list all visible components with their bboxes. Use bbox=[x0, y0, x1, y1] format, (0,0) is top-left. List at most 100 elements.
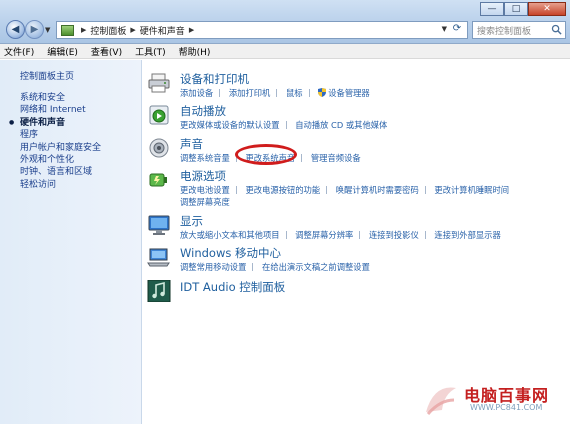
chevron-right-icon[interactable]: ▶ bbox=[81, 26, 86, 34]
battery-settings-link[interactable]: 更改电池设置 bbox=[180, 185, 230, 195]
menu-edit[interactable]: 编辑(E) bbox=[47, 45, 78, 58]
category-links: 放大或缩小文本和其他项目 调整屏幕分辨率 连接到投影仪 连接到外部显示器 bbox=[180, 229, 570, 241]
control-panel-icon bbox=[61, 24, 74, 36]
title-bar: — □ ✕ ◀ ▶ ▼ ▶ 控制面板 ▶ 硬件和声音 ▶ ▼ ⟳ 搜索控制面板 bbox=[0, 0, 570, 44]
breadcrumb-hardware-sound[interactable]: 硬件和声音 bbox=[140, 24, 185, 37]
menu-file[interactable]: 文件(F) bbox=[4, 45, 34, 58]
chevron-right-icon[interactable]: ▶ bbox=[189, 26, 194, 34]
power-button-function-link[interactable]: 更改电源按钮的功能 bbox=[245, 185, 320, 195]
link-row: 更改电池设置 更改电源按钮的功能 唤醒计算机时需要密码 更改计算机睡眠时间 bbox=[180, 184, 570, 196]
category-links: 调整常用移动设置 在给出演示文稿之前调整设置 bbox=[180, 261, 570, 273]
category-title[interactable]: Windows 移动中心 bbox=[180, 245, 281, 261]
highlight-annotation bbox=[235, 144, 297, 165]
link-row: 调整屏幕亮度 bbox=[180, 196, 570, 208]
sidebar-item-network-internet[interactable]: 网络和 Internet bbox=[20, 104, 101, 116]
breadcrumb-control-panel[interactable]: 控制面板 bbox=[90, 24, 126, 37]
presentation-settings-link[interactable]: 在给出演示文稿之前调整设置 bbox=[262, 262, 370, 272]
manage-audio-devices-link[interactable]: 管理音频设备 bbox=[311, 153, 361, 163]
sidebar-item-user-accounts[interactable]: 用户帐户和家庭安全 bbox=[20, 142, 101, 154]
link-row: 更改媒体或设备的默认设置 自动播放 CD 或其他媒体 bbox=[180, 119, 570, 131]
divider bbox=[424, 231, 426, 239]
menu-help[interactable]: 帮助(H) bbox=[179, 45, 211, 58]
search-input[interactable]: 搜索控制面板 bbox=[472, 21, 566, 39]
close-button[interactable]: ✕ bbox=[528, 2, 566, 16]
category-title[interactable]: IDT Audio 控制面板 bbox=[180, 279, 285, 295]
arrow-left-icon: ◀ bbox=[11, 24, 20, 35]
category-title[interactable]: 电源选项 bbox=[180, 168, 226, 184]
divider bbox=[219, 89, 221, 97]
mobility-center-icon bbox=[147, 248, 170, 267]
sidebar-item-ease-of-access[interactable]: 轻松访问 bbox=[20, 179, 101, 191]
category-title[interactable]: 声音 bbox=[180, 136, 203, 152]
mobility-settings-link[interactable]: 调整常用移动设置 bbox=[180, 262, 246, 272]
category-links: 添加设备 添加打印机 鼠标 设备管理器 bbox=[180, 87, 570, 99]
minimize-button[interactable]: — bbox=[480, 2, 504, 16]
sidebar-item-system-security[interactable]: 系统和安全 bbox=[20, 92, 101, 104]
navigation-row: ◀ ▶ ▼ ▶ 控制面板 ▶ 硬件和声音 ▶ ▼ ⟳ 搜索控制面板 bbox=[0, 18, 570, 42]
category-links: 更改媒体或设备的默认设置 自动播放 CD 或其他媒体 bbox=[180, 119, 570, 131]
divider bbox=[308, 89, 310, 97]
require-password-wake-link[interactable]: 唤醒计算机时需要密码 bbox=[336, 185, 419, 195]
watermark-logo-icon bbox=[426, 387, 456, 415]
category-title[interactable]: 显示 bbox=[180, 213, 203, 229]
idt-audio-icon bbox=[147, 280, 171, 302]
adjust-brightness-link[interactable]: 调整屏幕亮度 bbox=[180, 197, 230, 207]
adjust-volume-link[interactable]: 调整系统音量 bbox=[180, 153, 230, 163]
divider bbox=[235, 186, 237, 194]
chevron-right-icon[interactable]: ▶ bbox=[130, 26, 135, 34]
address-dropdown-icon[interactable]: ▼ bbox=[442, 25, 447, 33]
connect-external-display-link[interactable]: 连接到外部显示器 bbox=[434, 230, 500, 240]
category-links: 更改电池设置 更改电源按钮的功能 唤醒计算机时需要密码 更改计算机睡眠时间 调整… bbox=[180, 184, 570, 208]
category-title[interactable]: 自动播放 bbox=[180, 103, 226, 119]
display-icon bbox=[148, 215, 170, 235]
add-printer-link[interactable]: 添加打印机 bbox=[229, 88, 271, 98]
change-sleep-time-link[interactable]: 更改计算机睡眠时间 bbox=[434, 185, 509, 195]
category-title[interactable]: 设备和打印机 bbox=[180, 71, 249, 87]
change-media-defaults-link[interactable]: 更改媒体或设备的默认设置 bbox=[180, 120, 280, 130]
divider bbox=[285, 121, 287, 129]
sidebar: 控制面板主页 系统和安全 网络和 Internet 硬件和声音 程序 用户帐户和… bbox=[0, 60, 142, 424]
autoplay-icon bbox=[149, 105, 169, 125]
back-button[interactable]: ◀ bbox=[6, 20, 25, 39]
autoplay-cd-link[interactable]: 自动播放 CD 或其他媒体 bbox=[295, 120, 387, 130]
watermark: 电脑百事网 WWW.PC841.COM bbox=[414, 378, 566, 420]
screen-resolution-link[interactable]: 调整屏幕分辨率 bbox=[295, 230, 353, 240]
sidebar-list: 系统和安全 网络和 Internet 硬件和声音 程序 用户帐户和家庭安全 外观… bbox=[9, 92, 101, 191]
arrow-right-icon: ▶ bbox=[30, 24, 39, 35]
device-manager-link[interactable]: 设备管理器 bbox=[328, 88, 370, 98]
mouse-link[interactable]: 鼠标 bbox=[286, 88, 303, 98]
watermark-url: WWW.PC841.COM bbox=[470, 403, 543, 412]
sidebar-home-link[interactable]: 控制面板主页 bbox=[20, 69, 74, 82]
divider bbox=[326, 186, 328, 194]
sidebar-item-hardware-sound[interactable]: 硬件和声音 bbox=[9, 117, 101, 130]
divider bbox=[301, 154, 303, 162]
sidebar-item-appearance[interactable]: 外观和个性化 bbox=[20, 154, 101, 166]
forward-button[interactable]: ▶ bbox=[25, 20, 44, 39]
connect-projector-link[interactable]: 连接到投影仪 bbox=[369, 230, 419, 240]
add-device-link[interactable]: 添加设备 bbox=[180, 88, 213, 98]
sidebar-item-programs[interactable]: 程序 bbox=[20, 129, 101, 141]
link-row: 添加设备 添加打印机 鼠标 设备管理器 bbox=[180, 87, 570, 99]
recent-pages-dropdown[interactable]: ▼ bbox=[45, 26, 50, 34]
sidebar-item-clock-language[interactable]: 时钟、语言和区域 bbox=[20, 166, 101, 178]
speaker-icon bbox=[149, 138, 169, 158]
uac-shield-icon bbox=[318, 88, 327, 97]
main-content: 设备和打印机 添加设备 添加打印机 鼠标 设备管理器 自动播放 更改媒体或设备的… bbox=[143, 60, 570, 424]
menu-bar: 文件(F) 编辑(E) 查看(V) 工具(T) 帮助(H) bbox=[0, 44, 570, 59]
search-placeholder: 搜索控制面板 bbox=[477, 27, 532, 37]
menu-tools[interactable]: 工具(T) bbox=[135, 45, 166, 58]
refresh-icon[interactable]: ⟳ bbox=[450, 23, 464, 37]
divider bbox=[359, 231, 361, 239]
power-icon bbox=[149, 173, 167, 187]
maximize-button[interactable]: □ bbox=[504, 2, 528, 16]
divider bbox=[252, 263, 254, 271]
search-icon[interactable] bbox=[551, 24, 562, 35]
divider bbox=[276, 89, 278, 97]
text-size-link[interactable]: 放大或缩小文本和其他项目 bbox=[180, 230, 280, 240]
menu-view[interactable]: 查看(V) bbox=[91, 45, 122, 58]
window-controls: — □ ✕ bbox=[480, 2, 566, 16]
divider bbox=[285, 231, 287, 239]
link-row: 放大或缩小文本和其他项目 调整屏幕分辨率 连接到投影仪 连接到外部显示器 bbox=[180, 229, 570, 241]
address-bar[interactable]: ▶ 控制面板 ▶ 硬件和声音 ▶ ▼ ⟳ bbox=[56, 21, 468, 39]
printer-icon bbox=[148, 73, 170, 93]
